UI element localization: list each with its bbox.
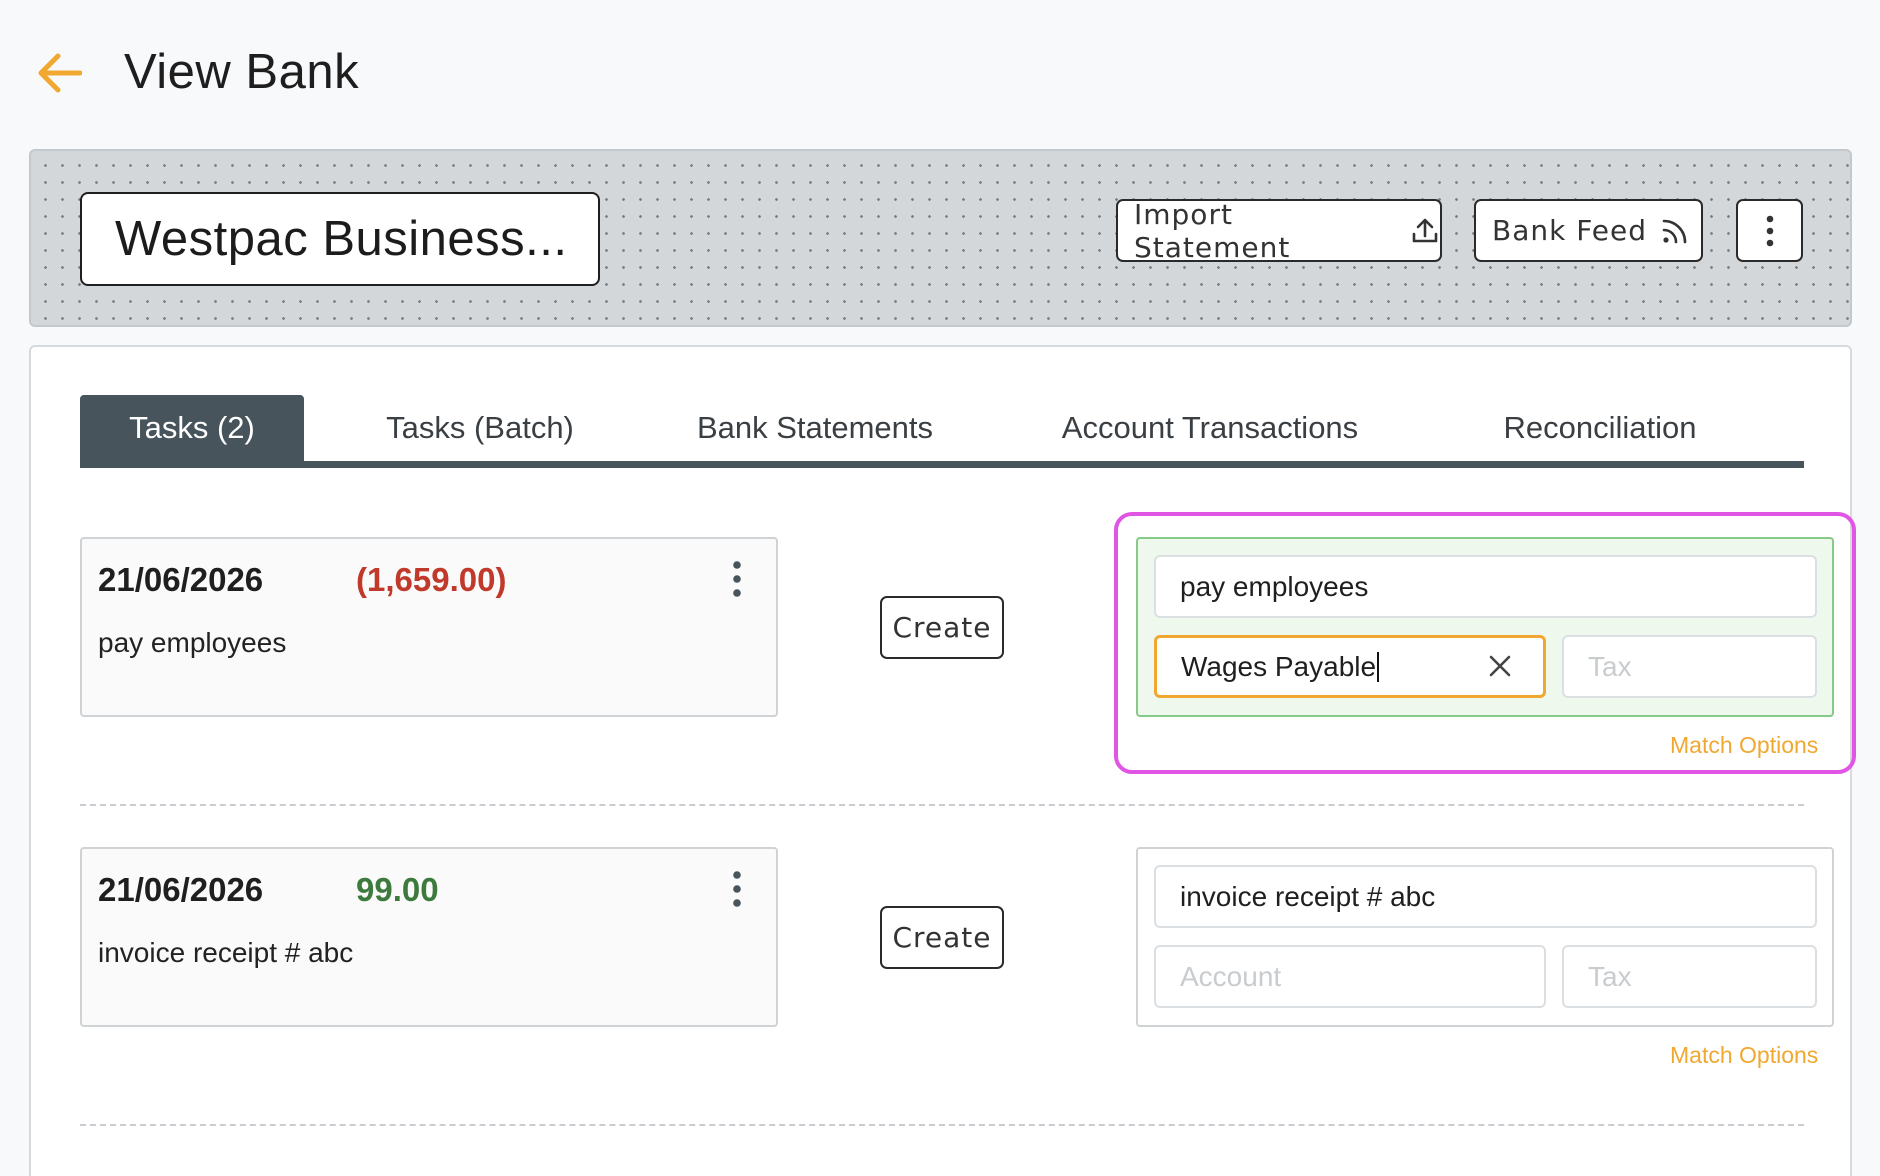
transaction-amount: (1,659.00): [356, 561, 507, 598]
bank-banner: Westpac Business... Import Statement Ban…: [29, 149, 1852, 327]
task-row: 21/06/2026 (1,659.00) pay employees Crea…: [80, 504, 1856, 814]
tab-tasks[interactable]: Tasks (2): [80, 395, 304, 461]
transaction-date: 21/06/2026: [98, 561, 264, 598]
more-vertical-icon: [733, 561, 741, 597]
transaction-amount: 99.00: [356, 871, 439, 908]
tab-bank-statements[interactable]: Bank Statements: [660, 395, 970, 461]
upload-icon: [1410, 216, 1440, 246]
clear-account-button[interactable]: [1487, 653, 1513, 679]
tab-reconciliation[interactable]: Reconciliation: [1460, 395, 1740, 461]
task-row: 21/06/2026 99.00 invoice receipt # abc C…: [80, 814, 1834, 1126]
tab-bar: Tasks (2) Tasks (Batch) Bank Statements …: [80, 395, 1804, 469]
back-button[interactable]: [34, 48, 84, 98]
match-form: pay employees Wages Payable Tax: [1136, 537, 1834, 717]
row-divider: [80, 804, 1804, 806]
tab-account-transactions[interactable]: Account Transactions: [1020, 395, 1400, 461]
tab-underline: [80, 461, 1804, 468]
tax-placeholder: Tax: [1588, 650, 1632, 682]
page-header: View Bank: [0, 0, 1880, 140]
import-statement-label: Import Statement: [1134, 197, 1291, 264]
description-field[interactable]: pay employees: [1154, 555, 1817, 618]
description-field[interactable]: invoice receipt # abc: [1154, 865, 1817, 928]
account-field[interactable]: Account: [1154, 945, 1546, 1008]
account-placeholder: Account: [1180, 960, 1282, 992]
match-options-link[interactable]: Match Options: [1670, 732, 1818, 759]
transaction-menu-button[interactable]: [722, 559, 752, 603]
text-caret: [1377, 651, 1380, 682]
tab-tasks-batch[interactable]: Tasks (Batch): [350, 395, 610, 461]
bank-feed-button[interactable]: Bank Feed: [1474, 199, 1703, 262]
more-vertical-icon: [733, 871, 741, 907]
more-vertical-icon: [1766, 215, 1773, 246]
bank-feed-label: Bank Feed: [1492, 214, 1648, 247]
create-button[interactable]: Create: [880, 596, 1004, 659]
transaction-card: 21/06/2026 (1,659.00) pay employees: [80, 537, 778, 717]
more-options-button[interactable]: [1736, 199, 1803, 262]
transaction-description: invoice receipt # abc: [98, 937, 354, 968]
create-button[interactable]: Create: [880, 906, 1004, 969]
row-divider: [80, 1124, 1804, 1126]
tax-field[interactable]: Tax: [1562, 635, 1817, 698]
tax-placeholder: Tax: [1588, 960, 1632, 992]
arrow-left-icon: [38, 53, 82, 93]
page-title: View Bank: [124, 45, 360, 99]
transaction-date: 21/06/2026: [98, 871, 264, 908]
tasks-panel: Tasks (2) Tasks (Batch) Bank Statements …: [29, 345, 1856, 1176]
description-value: pay employees: [1180, 570, 1369, 602]
import-statement-button[interactable]: Import Statement: [1116, 197, 1442, 264]
rss-feed-icon: [1661, 217, 1689, 245]
tax-field[interactable]: Tax: [1562, 945, 1817, 1008]
transaction-menu-button[interactable]: [722, 869, 752, 913]
match-form: invoice receipt # abc Account Tax: [1136, 847, 1834, 1027]
description-value: invoice receipt # abc: [1180, 880, 1436, 912]
transaction-description: pay employees: [98, 627, 287, 658]
account-field[interactable]: Wages Payable: [1154, 635, 1546, 698]
close-icon: [1489, 655, 1511, 677]
transaction-card: 21/06/2026 99.00 invoice receipt # abc: [80, 847, 778, 1027]
match-options-link[interactable]: Match Options: [1670, 1042, 1818, 1069]
account-value: Wages Payable: [1181, 650, 1377, 682]
bank-name[interactable]: Westpac Business...: [80, 192, 600, 286]
